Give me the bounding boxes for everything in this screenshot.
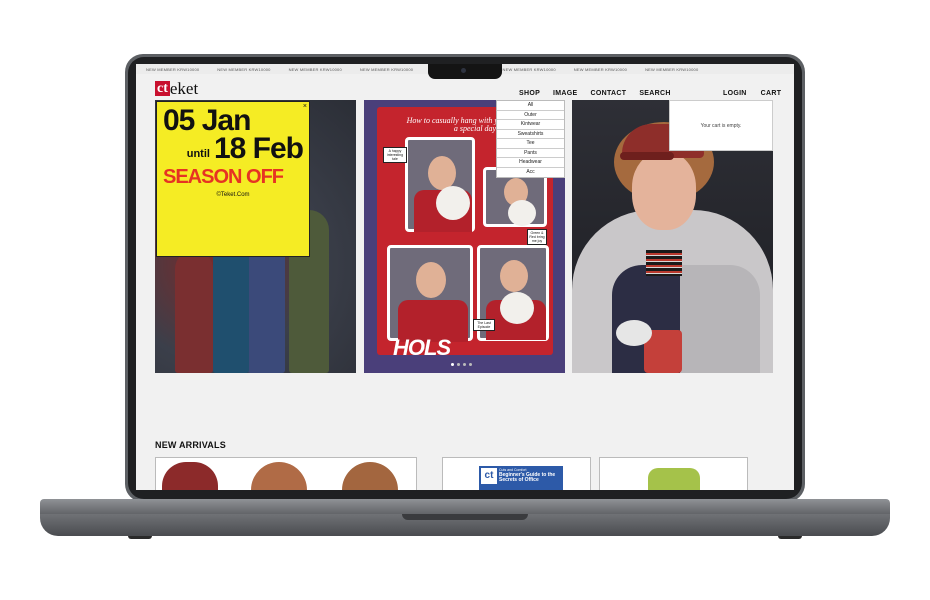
shop-menu-item-all[interactable]: All (497, 101, 564, 111)
book-cover: ct Cuts and Comfort Beginner's Guide to … (479, 466, 563, 490)
laptop-foot-left (128, 536, 152, 539)
ticker-item: NEW MEMBER KRW10000 (645, 66, 699, 72)
season-off-promo[interactable]: × 05 Jan until 18 Feb SEASON OFF ©Teket.… (156, 101, 310, 257)
book-title: Beginner's Guide to the Secrets of Offic… (499, 472, 556, 483)
laptop-base-top (40, 499, 890, 515)
product-card[interactable]: ct Cuts and Comfort Beginner's Guide to … (442, 457, 591, 490)
shop-menu-item-knitwear[interactable]: Kintwear (497, 120, 564, 130)
carousel-dot[interactable] (457, 363, 460, 366)
cart-dropdown: Your cart is empty. (669, 100, 773, 151)
face (416, 262, 446, 298)
nav-shop[interactable]: SHOP (519, 90, 540, 97)
product-image-cap (162, 462, 218, 490)
product-card[interactable] (599, 457, 748, 490)
product-card[interactable] (155, 457, 417, 490)
logo-mark: ct (155, 81, 170, 96)
shop-menu-item-pants[interactable]: Pants (497, 149, 564, 158)
carousel-dot[interactable] (469, 363, 472, 366)
main-nav: SHOP IMAGE CONTACT SEARCH (519, 90, 671, 97)
laptop-hinge (402, 514, 528, 520)
dog (436, 186, 470, 220)
model-figure (175, 250, 213, 373)
website-viewport: NEW MEMBER KRW10000 NEW MEMBER KRW10000 … (136, 64, 794, 490)
promo-until: until (186, 148, 210, 160)
site-logo[interactable]: ct eket (155, 80, 198, 97)
laptop-foot-right (778, 536, 802, 539)
close-icon[interactable]: × (303, 103, 307, 110)
ticker-item: NEW MEMBER KRW10000 (288, 66, 342, 72)
face (500, 260, 528, 292)
ticker-item: NEW MEMBER KRW10000 (359, 66, 414, 72)
dog (508, 200, 536, 226)
striped-shirt (646, 250, 682, 276)
nav-login[interactable]: LOGIN (723, 90, 747, 97)
carousel-indicators (451, 363, 472, 366)
product-image-model (251, 462, 307, 490)
booth-photo (405, 137, 475, 232)
shop-menu-item-sweatshirts[interactable]: Sweatshirts (497, 130, 564, 139)
booth-photo (387, 245, 473, 342)
cap-brim (620, 152, 674, 160)
model-figure (213, 240, 249, 373)
paper-cup (616, 320, 652, 346)
promo-copyright: ©Teket.Com (216, 192, 250, 198)
ticker-item: NEW MEMBER KRW10000 (146, 66, 200, 72)
face (428, 156, 456, 190)
ticker-item: NEW MEMBER KRW10000 (573, 66, 628, 72)
logo-text: eket (169, 79, 199, 98)
promo-headline: SEASON OFF (163, 166, 284, 188)
nav-image[interactable]: IMAGE (553, 90, 577, 97)
shop-menu-item-acc[interactable]: Acc (497, 168, 564, 178)
nav-contact[interactable]: CONTACT (591, 90, 627, 97)
account-nav: LOGIN CART (723, 90, 781, 97)
hero-slide-1[interactable]: × 05 Jan until 18 Feb SEASON OFF ©Teket.… (155, 100, 356, 373)
shop-dropdown-menu: All Outer Kintwear Sweatshirts Tee Pants… (496, 100, 565, 178)
face (632, 152, 696, 230)
new-arrivals-heading: NEW ARRIVALS (155, 440, 226, 450)
camera-icon (461, 68, 466, 73)
shop-menu-item-outer[interactable]: Outer (497, 111, 564, 120)
book-logo: ct (481, 468, 497, 484)
cart-empty-message: Your cart is empty. (700, 123, 742, 129)
product-image-knit (648, 468, 700, 490)
nav-search[interactable]: SEARCH (639, 90, 670, 97)
jacket-sleeve (680, 265, 760, 373)
carousel-dot[interactable] (463, 363, 466, 366)
hols-banner: HOLS (393, 335, 451, 360)
ticker-item: NEW MEMBER KRW10000 (217, 66, 271, 72)
nav-cart[interactable]: CART (761, 90, 782, 97)
promo-date-end: 18 Feb (213, 132, 304, 165)
sticker-label: A happy interesting tale (383, 147, 407, 163)
sticker-label: Green & Red bring me joy (527, 229, 547, 245)
shop-menu-item-tee[interactable]: Tee (497, 139, 564, 149)
product-image-model (342, 462, 398, 490)
carousel-dot-active[interactable] (451, 363, 454, 366)
shop-menu-item-headwear[interactable]: Headwear (497, 158, 564, 168)
ticker-item: NEW MEMBER KRW10000 (502, 66, 556, 72)
dog (500, 292, 534, 324)
sticker-label: The Last Episode (473, 319, 495, 331)
